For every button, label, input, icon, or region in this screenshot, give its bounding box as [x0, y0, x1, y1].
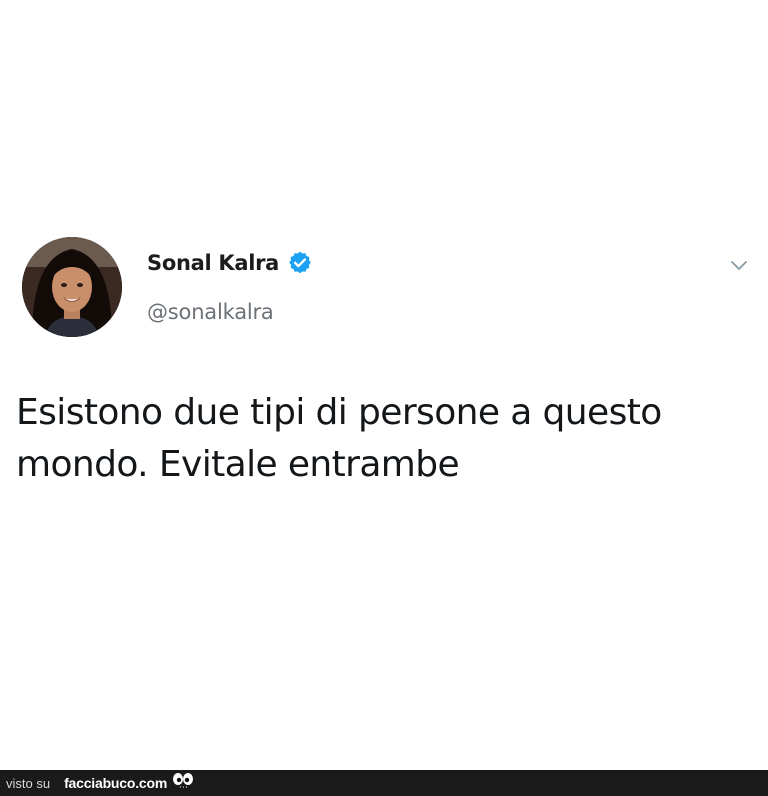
- verified-badge-icon: [287, 250, 313, 276]
- tweet-text: Esistono due tipi di persone a questo mo…: [16, 392, 662, 485]
- display-name[interactable]: Sonal Kalra: [147, 251, 279, 275]
- chevron-down-icon[interactable]: [728, 254, 750, 276]
- watermark-footer: visto su facciabuco.com: [0, 770, 768, 796]
- profile-photo: [22, 237, 122, 337]
- user-handle[interactable]: @sonalkalra: [147, 300, 274, 324]
- eyes-logo-icon: [172, 771, 194, 789]
- author-name-row: Sonal Kalra: [147, 250, 313, 276]
- footer-prefix: visto su: [6, 775, 51, 791]
- avatar[interactable]: [22, 237, 122, 337]
- footer-brand[interactable]: facciabuco.com: [64, 775, 167, 791]
- tweet-card: Sonal Kalra @sonalkalra Esistono due tip…: [0, 0, 768, 770]
